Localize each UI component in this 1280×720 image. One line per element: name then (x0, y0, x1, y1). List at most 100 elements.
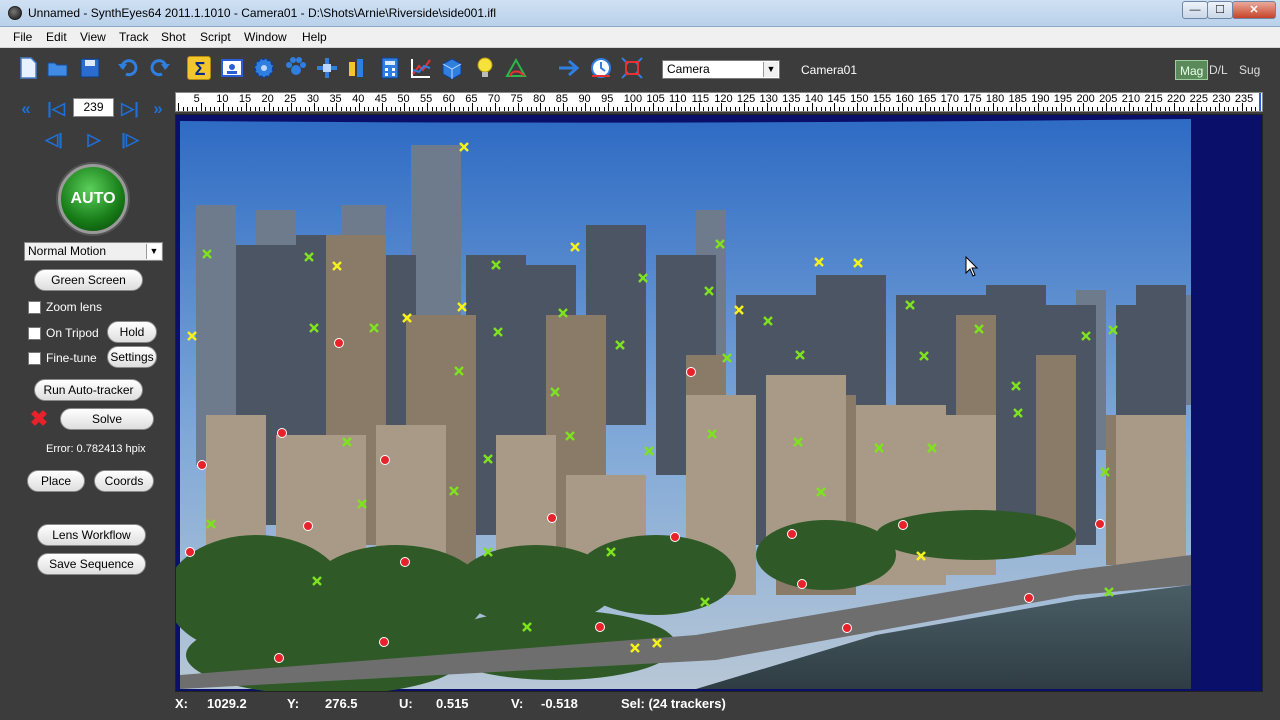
tracker-marker-green[interactable] (927, 443, 937, 453)
tracker-marker-green[interactable] (357, 499, 367, 509)
tracker-marker-green[interactable] (974, 324, 984, 334)
tracker-marker-red[interactable] (547, 513, 557, 523)
tracker-marker-green[interactable] (1104, 587, 1114, 597)
tracker-marker-yellow[interactable] (459, 142, 469, 152)
tracker-marker-red[interactable] (379, 637, 389, 647)
tracker-marker-red[interactable] (334, 338, 344, 348)
zoom-lens-checkbox[interactable] (28, 301, 41, 314)
menu-edit[interactable]: Edit (46, 30, 67, 44)
cube-icon[interactable] (440, 56, 464, 80)
tracker-marker-yellow[interactable] (332, 261, 342, 271)
new-file-icon[interactable] (16, 56, 40, 80)
tracker-marker-red[interactable] (670, 532, 680, 542)
menu-view[interactable]: View (80, 30, 106, 44)
fit-icon[interactable] (620, 56, 644, 80)
tracker-marker-green[interactable] (206, 519, 216, 529)
fast-forward-icon[interactable]: » (146, 98, 170, 120)
redo-icon[interactable] (148, 56, 172, 80)
tracker-marker-yellow[interactable] (402, 313, 412, 323)
tracker-marker-yellow[interactable] (814, 257, 824, 267)
minimize-button[interactable]: — (1182, 1, 1208, 19)
save-sequence-button[interactable]: Save Sequence (37, 553, 146, 575)
tracker-marker-green[interactable] (707, 429, 717, 439)
motion-select[interactable]: Normal Motion ▼ (24, 242, 163, 261)
tracker-marker-red[interactable] (380, 455, 390, 465)
tab-sug[interactable]: Sug (1235, 60, 1264, 80)
tracker-marker-yellow[interactable] (570, 242, 580, 252)
tracker-marker-green[interactable] (369, 323, 379, 333)
tracker-marker-green[interactable] (522, 622, 532, 632)
tracker-marker-green[interactable] (483, 454, 493, 464)
camera-select[interactable]: Camera ▼ (662, 60, 780, 79)
tracker-marker-yellow[interactable] (652, 638, 662, 648)
step-forward-icon[interactable]: |▷ (118, 129, 142, 151)
tracker-marker-yellow[interactable] (630, 643, 640, 653)
tracker-marker-green[interactable] (309, 323, 319, 333)
timeline-playhead[interactable] (1259, 93, 1261, 111)
tracker-marker-red[interactable] (185, 547, 195, 557)
arrow-right-icon[interactable] (557, 56, 581, 80)
settings-button[interactable]: Settings (107, 346, 157, 368)
tracker-marker-green[interactable] (312, 576, 322, 586)
tracker-marker-green[interactable] (304, 252, 314, 262)
menu-script[interactable]: Script (200, 30, 231, 44)
camera-viewport[interactable] (175, 114, 1263, 692)
graph-icon[interactable] (409, 56, 433, 80)
tracker-marker-green[interactable] (793, 437, 803, 447)
transform-icon[interactable] (315, 56, 339, 80)
menu-window[interactable]: Window (244, 30, 287, 44)
tracker-marker-green[interactable] (1011, 381, 1021, 391)
tracker-marker-green[interactable] (1081, 331, 1091, 341)
tracker-marker-red[interactable] (197, 460, 207, 470)
tab-mag[interactable]: Mag (1175, 60, 1209, 80)
menu-shot[interactable]: Shot (161, 30, 186, 44)
hold-button[interactable]: Hold (107, 321, 157, 343)
calculator-icon[interactable] (378, 56, 402, 80)
tracker-marker-green[interactable] (202, 249, 212, 259)
undo-icon[interactable] (116, 56, 140, 80)
tracker-marker-green[interactable] (558, 308, 568, 318)
tracker-marker-green[interactable] (722, 353, 732, 363)
tracker-marker-green[interactable] (905, 300, 915, 310)
tracker-marker-red[interactable] (595, 622, 605, 632)
tracker-marker-red[interactable] (787, 529, 797, 539)
clock-icon[interactable] (589, 56, 613, 80)
tracker-marker-green[interactable] (700, 597, 710, 607)
tracker-marker-red[interactable] (898, 520, 908, 530)
tracker-marker-red[interactable] (277, 428, 287, 438)
tracker-marker-red[interactable] (686, 367, 696, 377)
tracker-marker-green[interactable] (550, 387, 560, 397)
tracker-marker-yellow[interactable] (853, 258, 863, 268)
menu-help[interactable]: Help (302, 30, 327, 44)
on-tripod-checkbox[interactable] (28, 327, 41, 340)
place-button[interactable]: Place (27, 470, 85, 492)
run-auto-tracker-button[interactable]: Run Auto-tracker (34, 379, 143, 401)
tracker-marker-green[interactable] (454, 366, 464, 376)
coordinate-icon[interactable] (346, 56, 370, 80)
tracker-marker-green[interactable] (795, 350, 805, 360)
first-frame-icon[interactable]: |◁ (44, 98, 68, 120)
chevron-down-icon[interactable]: ▼ (763, 62, 778, 77)
tracker-marker-green[interactable] (816, 487, 826, 497)
tracker-marker-green[interactable] (493, 327, 503, 337)
green-screen-button[interactable]: Green Screen (34, 269, 143, 291)
sigma-icon[interactable]: Σ (187, 56, 211, 80)
tracker-marker-red[interactable] (303, 521, 313, 531)
perspective-icon[interactable] (504, 56, 528, 80)
tracker-marker-green[interactable] (606, 547, 616, 557)
chevron-down-icon[interactable]: ▼ (146, 244, 161, 259)
rewind-icon[interactable]: « (14, 98, 38, 120)
tracker-marker-green[interactable] (483, 547, 493, 557)
tracker-marker-green[interactable] (615, 340, 625, 350)
paw-icon[interactable] (284, 56, 308, 80)
tracker-marker-red[interactable] (274, 653, 284, 663)
tracker-marker-green[interactable] (644, 446, 654, 456)
tracker-marker-red[interactable] (1095, 519, 1105, 529)
tracker-marker-red[interactable] (842, 623, 852, 633)
lens-workflow-button[interactable]: Lens Workflow (37, 524, 146, 546)
tracker-marker-green[interactable] (638, 273, 648, 283)
tab-dl[interactable]: D/L (1205, 60, 1232, 80)
last-frame-icon[interactable]: ▷| (118, 98, 142, 120)
tracker-marker-green[interactable] (565, 431, 575, 441)
tracker-marker-yellow[interactable] (916, 551, 926, 561)
